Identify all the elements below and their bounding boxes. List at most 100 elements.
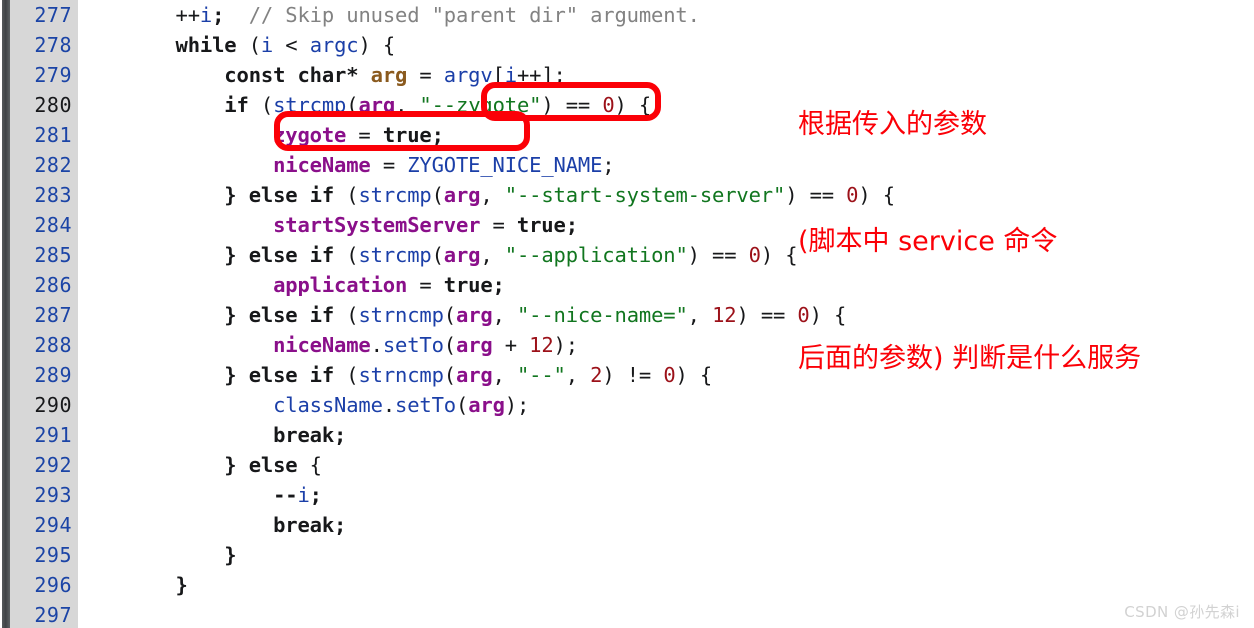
code-token: i: [260, 33, 274, 57]
code-token: arg: [443, 243, 481, 267]
line-number-295: 295: [34, 543, 72, 567]
code-token: "--application": [504, 243, 688, 267]
code-comment: // Skip unused "parent dir" argument.: [224, 3, 700, 27]
code-token: break;: [78, 513, 347, 537]
line-number-284: 284: [34, 213, 72, 237]
code-line-282[interactable]: niceName = ZYGOTE_NICE_NAME;: [78, 150, 615, 180]
code-token: arg: [456, 303, 493, 327]
line-number-gutter: 277 278 279 280 281 282 283 284 285 286 287 288 289 2…: [10, 0, 78, 628]
code-token: [: [492, 63, 505, 87]
code-line-295[interactable]: }: [78, 540, 237, 570]
code-token: ) ==: [541, 93, 603, 117]
code-token: setTo: [382, 333, 444, 357]
code-token: ) ==: [736, 303, 798, 327]
code-line-286[interactable]: application = true;: [78, 270, 505, 300]
code-line-290[interactable]: className.setTo(arg);: [78, 390, 529, 420]
code-token: }: [78, 543, 237, 567]
code-line-294[interactable]: break;: [78, 510, 346, 540]
code-line-278[interactable]: while (i < argc) {: [78, 30, 396, 60]
line-number-283: 283: [34, 183, 72, 207]
code-token: ZYGOTE_NICE_NAME: [407, 153, 603, 177]
code-token: } else if: [78, 363, 347, 387]
code-line-283[interactable]: } else if (strcmp(arg, "--start-system-s…: [78, 180, 895, 210]
code-token: ,: [687, 303, 713, 327]
line-number-277: 277: [34, 3, 72, 27]
code-token: (: [443, 303, 456, 327]
code-token: ;: [602, 153, 615, 177]
code-token: );: [553, 333, 579, 357]
code-line-277[interactable]: ++i; // Skip unused "parent dir" argumen…: [78, 0, 700, 30]
code-line-287[interactable]: } else if (strncmp(arg, "--nice-name=", …: [78, 300, 846, 330]
code-token: .: [382, 393, 396, 417]
code-token: (: [443, 363, 456, 387]
code-line-285[interactable]: } else if (strcmp(arg, "--application") …: [78, 240, 797, 270]
code-token: true;: [516, 213, 578, 237]
annotation-line-2: (脚本中 service 命令: [798, 226, 1058, 257]
code-line-279[interactable]: const char* arg = argv[i++];: [78, 60, 566, 90]
csdn-watermark: CSDN @孙先森i: [1124, 603, 1240, 621]
code-token: (: [248, 33, 261, 57]
code-token: (: [431, 183, 444, 207]
code-line-296[interactable]: }: [78, 570, 188, 600]
code-token: 2: [590, 363, 603, 387]
code-token: 12: [529, 333, 554, 357]
line-number-290: 290: [34, 393, 72, 417]
code-line-297[interactable]: [78, 600, 90, 628]
code-token: strcmp: [273, 93, 347, 117]
line-number-296: 296: [34, 573, 72, 597]
code-line-291[interactable]: break;: [78, 420, 346, 450]
code-token: ) {: [675, 363, 713, 387]
line-number-297: 297: [34, 603, 72, 627]
line-number-288: 288: [34, 333, 72, 357]
line-number-289: 289: [34, 363, 72, 387]
code-token: (: [431, 243, 444, 267]
code-token: =: [370, 153, 408, 177]
line-number-280: 280: [34, 93, 72, 117]
code-token: "--nice-name=": [516, 303, 688, 327]
code-string-zygote: "--zygote": [419, 93, 542, 117]
code-token: arg: [358, 93, 396, 117]
line-number-291: 291: [34, 423, 72, 447]
code-line-289[interactable]: } else if (strncmp(arg, "--", 2) != 0) {: [78, 360, 712, 390]
code-token: (: [260, 93, 274, 117]
code-token: ) ==: [687, 243, 749, 267]
code-token: strcmp: [358, 243, 432, 267]
code-token: strncmp: [358, 303, 444, 327]
line-number-287: 287: [34, 303, 72, 327]
editor-left-rail: [2, 0, 10, 628]
code-token: } else: [78, 453, 310, 477]
code-token: while: [78, 33, 249, 57]
code-line-284[interactable]: startSystemServer = true;: [78, 210, 578, 240]
code-token: {: [309, 453, 322, 477]
code-token: startSystemServer: [273, 213, 481, 237]
code-token: =: [407, 63, 444, 87]
code-token: strcmp: [358, 183, 432, 207]
code-token: } else if: [78, 303, 347, 327]
code-token: true;: [443, 273, 505, 297]
line-number-285: 285: [34, 243, 72, 267]
code-token: ) !=: [602, 363, 664, 387]
code-token: argv: [443, 63, 493, 87]
code-token: i: [504, 63, 517, 87]
line-number-292: 292: [34, 453, 72, 477]
code-token: <: [273, 33, 310, 57]
code-token: break;: [78, 423, 347, 447]
code-token: ,: [480, 243, 505, 267]
code-token: "--start-system-server": [504, 183, 786, 207]
line-number-282: 282: [34, 153, 72, 177]
line-number-294: 294: [34, 513, 72, 537]
code-token: } else if: [78, 243, 347, 267]
line-number-278: 278: [34, 33, 72, 57]
code-token: ;: [431, 123, 444, 147]
code-token: strncmp: [358, 363, 444, 387]
code-line-288[interactable]: niceName.setTo(arg + 12);: [78, 330, 578, 360]
code-line-293[interactable]: --i;: [78, 480, 322, 510]
code-token: 12: [712, 303, 737, 327]
code-line-280[interactable]: if (strcmp(arg, "--zygote") == 0) {: [78, 90, 651, 120]
code-line-292[interactable]: } else {: [78, 450, 322, 480]
code-token: application: [273, 273, 408, 297]
code-line-281[interactable]: zygote = true;: [78, 120, 444, 150]
